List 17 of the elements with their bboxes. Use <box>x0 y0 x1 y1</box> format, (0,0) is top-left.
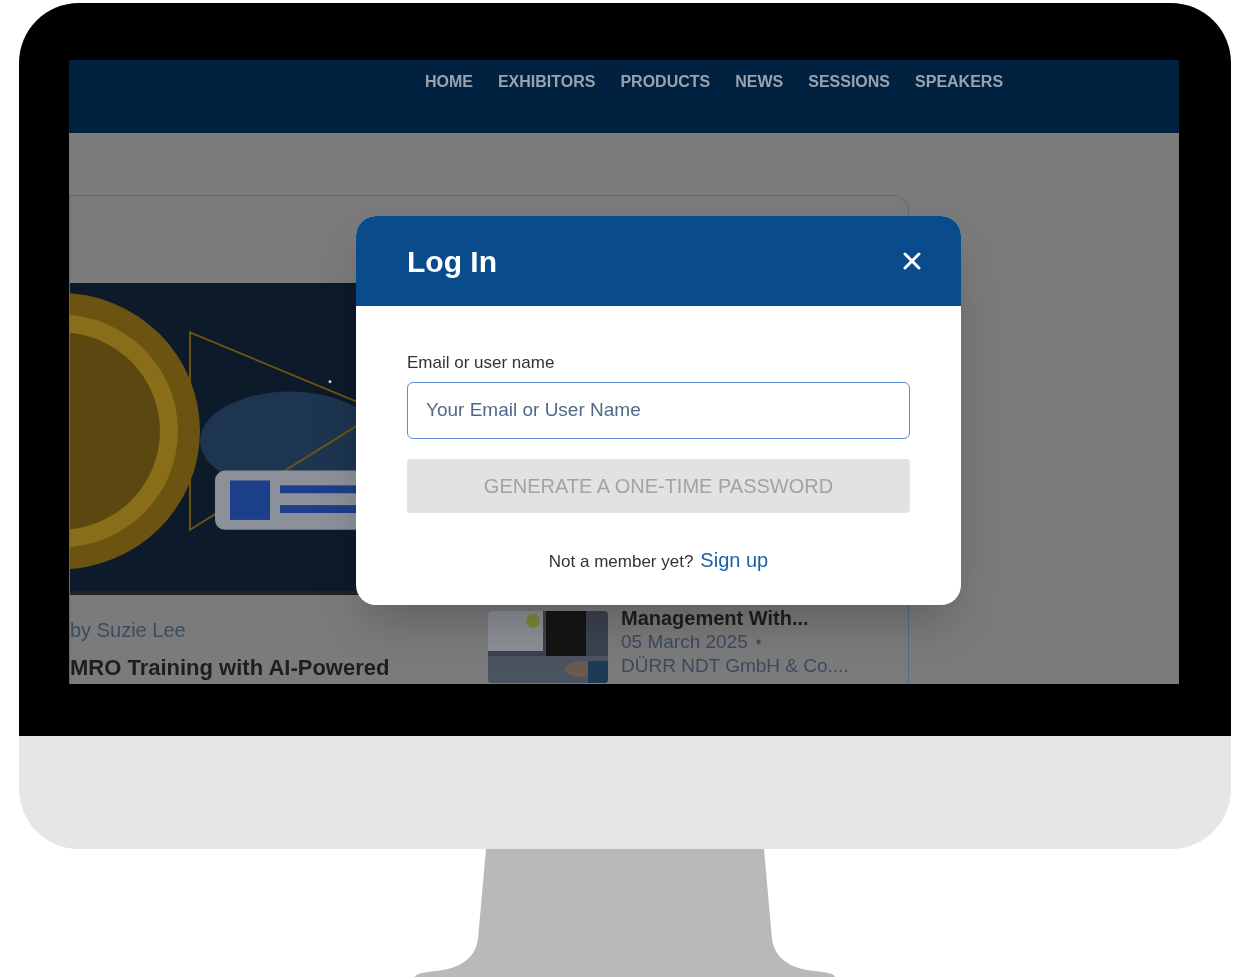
signup-link[interactable]: Sign up <box>700 544 769 575</box>
company-name: DÜRR NDT GmbH & Co.... <box>621 654 849 678</box>
byline: by Suzie Lee <box>70 618 187 643</box>
email-field[interactable]: Your Email or User Name <box>407 381 910 439</box>
nav-link[interactable]: SESSIONS <box>808 70 891 92</box>
separator-dot: • <box>755 632 762 652</box>
article-title[interactable]: MRO Training with AI-Powered <box>70 651 460 684</box>
nav-link[interactable]: PRODUCTS <box>620 70 711 92</box>
nav-link[interactable]: NEWS <box>735 70 784 92</box>
nav-link[interactable]: HOME <box>424 70 473 92</box>
field-label: Email or user name <box>407 352 556 374</box>
nav-link[interactable]: SPEAKERS <box>915 70 1004 92</box>
signup-prompt: Not a member yet? <box>548 550 694 573</box>
nav-link[interactable]: EXHIBITORS <box>497 70 596 92</box>
dialog-title: Log In <box>407 243 497 280</box>
article-title[interactable]: Management With... <box>621 606 849 630</box>
article-date: 05 March 2025 <box>621 630 748 654</box>
